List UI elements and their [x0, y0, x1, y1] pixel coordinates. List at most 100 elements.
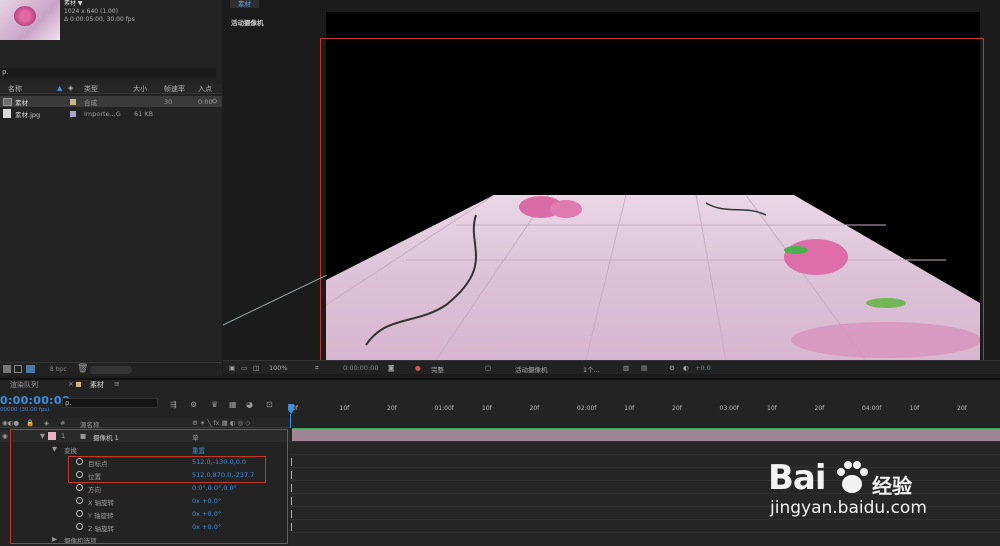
exposure-value[interactable]: +0.0	[695, 364, 711, 372]
baidu-paw-icon	[837, 461, 868, 493]
timeline-frame-count: 00000 (30.00 fps)	[0, 407, 50, 413]
tab-render-queue[interactable]: 渲染队列	[10, 380, 38, 390]
rose-image	[14, 6, 36, 26]
keyframe-marker[interactable]	[291, 484, 292, 492]
flowchart-toggle-icon[interactable]: ⚙	[669, 364, 675, 372]
snapshot-icon[interactable]: ◙	[388, 364, 394, 372]
comp-thumbnail	[0, 0, 60, 40]
label-color-swatch[interactable]	[70, 98, 76, 105]
graph-editor-icon[interactable]: ⊡	[266, 400, 273, 409]
timeline-tabs: 渲染队列 × 素材 ≡	[0, 378, 290, 391]
viewer-tab[interactable]: 素材	[230, 0, 259, 8]
source-name-col[interactable]: 源名称	[80, 419, 100, 429]
col-fps[interactable]: 帧速率	[164, 84, 185, 94]
item-fps: 30	[164, 97, 173, 106]
timeline-timecode[interactable]: 0:00:00:00	[0, 394, 70, 407]
item-in: 0:00	[198, 97, 213, 106]
motion-blur-icon[interactable]: ◕	[246, 400, 253, 409]
shy-icon[interactable]: ♛	[211, 400, 218, 409]
timeline-icon[interactable]: ▤	[641, 364, 647, 372]
switches-icons[interactable]: ⚙ ✶ ╲ fx ▦ ◐ ◎ ◇	[192, 419, 250, 427]
fast-preview-icon[interactable]: ▥	[623, 364, 629, 372]
viewer-toolbar: ▣ ▭ ◫ 100% ⌗ 0:00:00:00 ◙ ● 完整 ▢ 活动摄像机 1…	[223, 360, 1000, 374]
ruler-tick-label: 20f	[957, 405, 967, 412]
view-layout-select[interactable]: 1个...	[583, 364, 600, 374]
timeline-search-input[interactable]: ρ.	[62, 398, 158, 408]
new-comp-icon[interactable]	[26, 365, 35, 373]
project-panel	[0, 0, 222, 376]
search-placeholder: ρ.	[65, 399, 72, 407]
search-placeholder: ρ.	[2, 68, 9, 76]
item-size: 61 KB	[134, 109, 154, 118]
camera-frustum-line	[223, 275, 327, 326]
keyframe-marker[interactable]	[291, 471, 292, 479]
file-icon	[3, 109, 11, 118]
ruler-tick-label: 20f	[387, 405, 397, 412]
zoom-select[interactable]: 100%	[269, 364, 288, 372]
av-toggle-icon[interactable]: ◉◐●	[2, 419, 19, 427]
col-name[interactable]: 名称	[8, 84, 22, 94]
sort-arrow-icon[interactable]: ▲	[57, 84, 62, 92]
close-icon[interactable]: ×	[68, 380, 74, 388]
project-item-comp[interactable]: 素材 合成 30 0:00 ⛭	[0, 96, 222, 107]
time-ruler[interactable]: 0f 10f 20f 01:00f 10f 20f 02:00f 10f 20f 03:00f 10…	[290, 395, 1000, 419]
col-type[interactable]: 类型	[84, 84, 98, 94]
label-tag-icon[interactable]: ◈	[68, 84, 73, 92]
new-folder-icon[interactable]	[14, 365, 22, 373]
exposure-reset-icon[interactable]: ◐	[683, 364, 689, 372]
item-type: 合成	[84, 98, 97, 107]
project-item-jpg[interactable]: 素材.jpg Importe...G 61 KB	[0, 108, 222, 119]
ruler-tick-label: 10f	[482, 405, 492, 412]
thumbnail-slider[interactable]	[90, 366, 132, 374]
col-in[interactable]: 入点	[198, 84, 212, 94]
quality-select[interactable]: 完整	[431, 364, 444, 374]
display-icon[interactable]: ▭	[241, 364, 247, 372]
grid-icon[interactable]: ▣	[229, 364, 235, 372]
ruler-tick-label: 10f	[624, 405, 635, 412]
mask-icon[interactable]: ◫	[253, 364, 259, 372]
visibility-icon[interactable]: ◉	[2, 432, 8, 440]
item-name: 素材.jpg	[15, 110, 41, 119]
label-color-swatch[interactable]	[70, 110, 76, 117]
tab-menu-icon[interactable]: ≡	[114, 380, 120, 388]
ruler-tick-label: 03:00f	[719, 405, 739, 412]
lock-icon[interactable]: 🔒	[26, 419, 34, 427]
project-info: 素材 ▼ 1024 x 640 (1.00) Δ 0:00:05:00, 30.…	[64, 0, 135, 24]
keyframe-marker[interactable]	[291, 510, 292, 518]
viewer-timecode[interactable]: 0:00:00:00	[343, 364, 379, 372]
keyframe-marker[interactable]	[291, 458, 292, 466]
baidu-logo: Bai	[768, 458, 827, 498]
project-column-header: 名称 ▲ ◈ 类型 大小 帧速率 入点	[0, 84, 222, 94]
bpc-button[interactable]: 8 bpc	[50, 366, 67, 373]
comp-mini-flowchart-icon[interactable]: ⇶	[170, 400, 177, 409]
work-area-bar[interactable]	[292, 428, 1000, 429]
camera-layer-bar[interactable]	[292, 429, 1000, 441]
project-search-input[interactable]: ρ.	[0, 68, 216, 78]
ruler-tick-label: 20f	[814, 405, 825, 412]
frame-blend-icon[interactable]: ▦	[229, 400, 237, 409]
trash-icon[interactable]: 🗑	[77, 364, 88, 374]
ruler-tick-label: 02:00f	[577, 405, 597, 412]
tab-comp[interactable]: 素材	[90, 380, 104, 390]
resolution-icon[interactable]: ⌗	[315, 364, 319, 373]
ruler-tick-label: 10f	[339, 405, 350, 412]
layer-header: ◉◐● 🔒 ◈ # 源名称 ⚙ ✶ ╲ fx ▦ ◐ ◎ ◇	[0, 418, 290, 429]
ruler-tick-label: 04:00f	[862, 405, 882, 412]
keyframe-marker[interactable]	[291, 497, 292, 505]
keyframe-marker[interactable]	[291, 523, 292, 531]
comp-name[interactable]: 素材 ▼	[64, 0, 135, 8]
color-channel-icon[interactable]: ●	[415, 364, 421, 372]
roi-icon[interactable]: ▢	[485, 364, 491, 372]
interpret-footage-icon[interactable]	[3, 365, 11, 373]
draft-3d-icon[interactable]: ⚙	[190, 400, 197, 409]
layer-number-col: #	[60, 419, 66, 427]
comp-icon	[3, 97, 12, 106]
flowchart-icon[interactable]: ⛭	[212, 97, 217, 106]
col-size[interactable]: 大小	[133, 84, 147, 94]
label-tag-icon[interactable]: ◈	[44, 419, 49, 427]
ruler-tick-label: 01:00f	[434, 405, 454, 412]
item-type: Importe...G	[84, 109, 121, 118]
camera-view-select[interactable]: 活动摄像机	[515, 364, 548, 374]
tab-color-swatch	[76, 382, 81, 387]
layer-properties-highlight	[10, 429, 288, 544]
